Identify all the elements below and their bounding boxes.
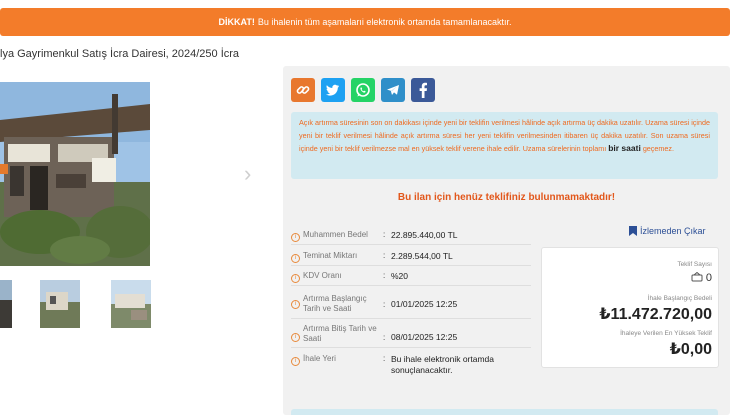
- info-colon: :: [383, 300, 386, 309]
- auction-extension-notice: Açık artırma süresinin son on dakikası i…: [291, 112, 718, 179]
- auction-office-title: lya Gayrimenkul Satış İcra Dairesi, 2024…: [0, 48, 240, 60]
- gallery-thumbnail[interactable]: [40, 280, 80, 328]
- info-label: İhale Yeri: [303, 354, 336, 363]
- info-colon: :: [383, 333, 386, 342]
- info-value: %20: [391, 271, 409, 281]
- info-icon: i: [291, 233, 300, 242]
- info-value: 2.289.544,00 TL: [391, 251, 453, 261]
- bid-count-label: Teklif Sayısı: [677, 261, 712, 268]
- info-icon: i: [291, 333, 300, 342]
- gallery-thumbnail[interactable]: [0, 280, 12, 328]
- bottom-info-strip: [291, 409, 718, 415]
- info-icon: i: [291, 300, 300, 309]
- info-icon: i: [291, 254, 300, 263]
- whatsapp-icon[interactable]: [351, 78, 375, 102]
- link-glyph: [296, 86, 310, 94]
- property-photo-image: [0, 82, 150, 266]
- unwatch-label: İzlemeden Çıkar: [640, 226, 706, 236]
- auction-details-panel: Açık artırma süresinin son on dakikası i…: [283, 66, 730, 415]
- facebook-glyph: [419, 82, 427, 98]
- share-buttons: [291, 78, 435, 102]
- warning-banner-text: Bu ihalenin tüm aşamalarıi elektronik or…: [257, 17, 512, 27]
- warning-banner-strong: DİKKAT!: [218, 17, 255, 27]
- info-colon: :: [383, 251, 386, 260]
- notice-tail: geçemez.: [642, 144, 674, 153]
- unwatch-button[interactable]: İzlemeden Çıkar: [629, 226, 706, 236]
- notice-bold: bir saati: [608, 143, 641, 153]
- thumbnail-image: [40, 280, 80, 328]
- thumbnail-image: [111, 280, 151, 328]
- highest-bid-label: İhaleye Verilen En Yüksek Teklif: [620, 330, 712, 337]
- link-icon[interactable]: [291, 78, 315, 102]
- gallery-next-arrow[interactable]: ›: [244, 161, 251, 187]
- info-label: Artırma Başlangıç Tarih ve Saati: [303, 294, 367, 313]
- divider: [291, 347, 531, 348]
- info-icon: i: [291, 357, 300, 366]
- bid-count: 0: [691, 271, 712, 284]
- info-colon: :: [383, 271, 386, 280]
- divider: [291, 285, 531, 286]
- gallery-thumbnail[interactable]: [111, 280, 151, 328]
- photo-gallery: ›: [0, 66, 282, 415]
- bid-count-value: 0: [705, 272, 712, 284]
- bookmark-icon: [629, 226, 637, 236]
- info-colon: :: [383, 230, 386, 239]
- info-value: 22.895.440,00 TL: [391, 230, 458, 240]
- twitter-icon[interactable]: [321, 78, 345, 102]
- thumbnail-image: [0, 280, 12, 328]
- info-label: Muhammen Bedel: [303, 230, 368, 239]
- highest-bid-value: ₺0,00: [669, 341, 712, 358]
- info-label: KDV Oranı: [303, 271, 342, 280]
- bid-summary-box: Teklif Sayısı 0 İhale Başlangıç Bedeli ₺…: [541, 247, 719, 368]
- no-bids-message: Bu ilan için henüz teklifiniz bulunmamak…: [397, 192, 616, 203]
- twitter-glyph: [326, 84, 339, 96]
- starting-price-label: İhale Başlangıç Bedeli: [647, 295, 712, 302]
- main-property-photo[interactable]: [0, 82, 150, 266]
- whatsapp-glyph: [356, 83, 370, 97]
- warning-banner: DİKKAT! Bu ihalenin tüm aşamalarıi elekt…: [0, 8, 730, 36]
- divider: [291, 244, 531, 245]
- info-value: Bu ihale elektronik ortamda sonuçlanacak…: [391, 354, 495, 375]
- info-value: 08/01/2025 12:25: [391, 332, 458, 342]
- telegram-icon[interactable]: [381, 78, 405, 102]
- telegram-glyph: [387, 85, 399, 95]
- divider: [291, 265, 531, 266]
- info-value: 01/01/2025 12:25: [391, 299, 458, 309]
- starting-price-value: ₺11.472.720,00: [599, 306, 712, 323]
- info-colon: :: [383, 354, 386, 363]
- gavel-icon: [691, 271, 703, 282]
- facebook-icon[interactable]: [411, 78, 435, 102]
- divider: [291, 318, 531, 319]
- info-label: Artırma Bitiş Tarih ve Saati: [303, 324, 377, 343]
- info-icon: i: [291, 274, 300, 283]
- info-label: Teminat Miktarı: [303, 251, 358, 260]
